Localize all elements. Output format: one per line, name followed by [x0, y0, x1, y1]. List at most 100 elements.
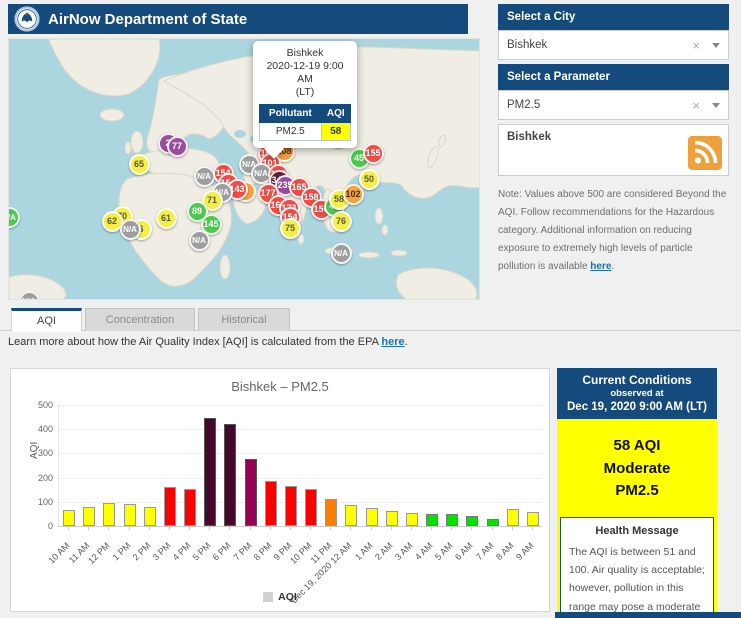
chart-x-tick: [108, 526, 109, 530]
parameter-clear-icon[interactable]: ×: [692, 98, 700, 113]
chart-x-tick: [492, 526, 493, 530]
chart-bar[interactable]: [245, 459, 257, 526]
chart-bar[interactable]: [466, 516, 478, 526]
chart-x-tick: [209, 526, 210, 530]
chart-x-tick: [371, 526, 372, 530]
aqi-world-map[interactable]: N/AN/A27765N/A154154143N/A7189145N/A6170…: [8, 38, 480, 300]
chart-bar[interactable]: [285, 486, 297, 526]
popup-pollutant-value: PM2.5: [260, 122, 322, 140]
chart-bar[interactable]: [426, 514, 438, 526]
parameter-caret-icon[interactable]: [712, 103, 720, 108]
chart-bar[interactable]: [305, 489, 317, 526]
chart-bar[interactable]: [63, 510, 75, 526]
map-marker[interactable]: 65: [129, 154, 150, 175]
map-marker[interactable]: 77: [167, 136, 188, 157]
chart-y-tick: 500: [38, 400, 53, 410]
chart-x-tick: [270, 526, 271, 530]
parameter-select-value: PM2.5: [507, 99, 692, 111]
chart-bar[interactable]: [507, 509, 519, 526]
chart-y-tick: 400: [38, 424, 53, 434]
chart-bar[interactable]: [184, 489, 196, 526]
city-select-value: Bishkek: [507, 39, 692, 51]
map-popup: Bishkek 2020-12-19 9:00 AM (LT) Pollutan…: [253, 41, 357, 148]
chart-x-tick: [88, 526, 89, 530]
state-department-seal-icon: [14, 6, 40, 32]
popup-city: Bishkek: [259, 47, 351, 60]
cc-pollutant: PM2.5: [557, 480, 717, 503]
popup-aqi-value: 58: [321, 122, 350, 140]
feed-box: Bishkek: [498, 124, 729, 176]
chart-gridline: [59, 502, 542, 503]
map-marker[interactable]: 155: [363, 143, 384, 164]
chart-gridline: [59, 405, 542, 406]
chart-x-tick: [169, 526, 170, 530]
chart-bar[interactable]: [527, 512, 539, 526]
map-marker[interactable]: N/A: [194, 166, 215, 187]
city-clear-icon[interactable]: ×: [692, 38, 700, 53]
chart-x-tick: [431, 526, 432, 530]
chart-bar[interactable]: [406, 513, 418, 526]
chart-bar[interactable]: [144, 507, 156, 526]
note-here-link[interactable]: here: [590, 261, 611, 272]
chart-bar[interactable]: [386, 511, 398, 526]
map-marker[interactable]: 75: [280, 218, 301, 239]
map-marker[interactable]: 61: [156, 208, 177, 229]
learn-more-here-link[interactable]: here: [381, 336, 404, 348]
city-select[interactable]: Bishkek ×: [498, 30, 729, 60]
tab-aqi[interactable]: AQI: [11, 308, 82, 332]
chart-bar[interactable]: [124, 504, 136, 526]
app-header: AirNow Department of State: [8, 4, 468, 34]
chart-bar[interactable]: [345, 505, 357, 526]
chart-bar[interactable]: [265, 481, 277, 526]
map-marker[interactable]: N/A: [120, 219, 141, 240]
chart-x-tick: [310, 526, 311, 530]
chart-x-axis: [58, 526, 542, 527]
legend-swatch: [263, 592, 273, 602]
chart-x-tick: [391, 526, 392, 530]
health-message-title: Health Message: [569, 525, 705, 537]
chart-bar[interactable]: [224, 424, 236, 526]
popup-col-aqi: AQI: [321, 104, 350, 122]
chart-bar[interactable]: [366, 508, 378, 526]
chart-x-tick: [512, 526, 513, 530]
parameter-panel-header: Select a Parameter: [498, 64, 729, 90]
chart-bar[interactable]: [487, 519, 499, 526]
current-conditions-header: Current Conditions observed at Dec 19, 2…: [557, 368, 717, 419]
map-marker[interactable]: N/A: [189, 230, 210, 251]
chart-bar[interactable]: [446, 514, 458, 526]
popup-table: Pollutant AQI PM2.5 58: [259, 104, 351, 141]
chart-bar[interactable]: [83, 507, 95, 526]
chart-bar[interactable]: [325, 499, 337, 526]
rss-icon[interactable]: [688, 136, 722, 170]
chart-x-tick: [471, 526, 472, 530]
tab-historical[interactable]: Historical: [198, 308, 290, 331]
chart-x-tick: [330, 526, 331, 530]
chart-y-tick: 100: [38, 497, 53, 507]
chart-x-tick: [229, 526, 230, 530]
chart-y-tick: 200: [38, 473, 53, 483]
chart-x-tick: [68, 526, 69, 530]
chart-x-tick: [290, 526, 291, 530]
tab-bar: AQI Concentration Historical: [0, 308, 741, 331]
cc-observed-at: observed at: [559, 388, 715, 399]
map-marker[interactable]: 50: [359, 169, 380, 190]
chart-x-tick: [189, 526, 190, 530]
map-marker[interactable]: 76: [331, 211, 352, 232]
aqi-note: Note: Values above 500 are considered Be…: [498, 186, 731, 276]
chart-bar[interactable]: [103, 503, 115, 526]
map-marker[interactable]: N/A: [331, 243, 352, 264]
chart-gridline: [59, 453, 542, 454]
legend-label[interactable]: AQI: [278, 591, 297, 603]
parameter-select[interactable]: PM2.5 ×: [498, 90, 729, 120]
popup-timezone: (LT): [259, 86, 351, 99]
chart-y-tick: 0: [48, 521, 53, 531]
cc-datetime: Dec 19, 2020 9:00 AM (LT): [559, 401, 715, 413]
chart-bar[interactable]: [204, 418, 216, 526]
chart-bar[interactable]: [164, 487, 176, 526]
aqi-chart: Bishkek – PM2.5 AQI 0100200300400500 10 …: [10, 368, 550, 612]
city-caret-icon[interactable]: [712, 43, 720, 48]
map-marker[interactable]: 102: [343, 184, 364, 205]
tab-concentration[interactable]: Concentration: [85, 308, 195, 331]
chart-plot-area: 0100200300400500: [58, 405, 542, 526]
popup-datetime: 2020-12-19 9:00 AM: [259, 60, 351, 86]
